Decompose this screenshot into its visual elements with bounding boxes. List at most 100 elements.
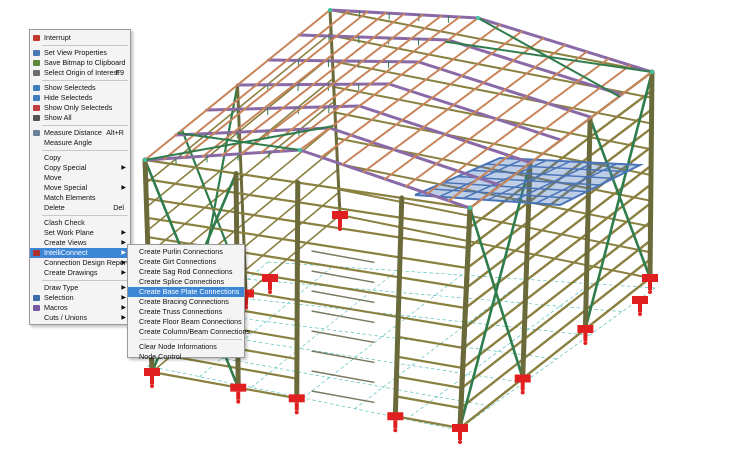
front-girt [144,178,471,230]
submenu-arrow-icon: ▶ [121,295,126,301]
menu-item-move[interactable]: Move [30,173,130,183]
menu-item-show-only-selecteds[interactable]: Show Only Selecteds [30,103,130,113]
roof-bracing [444,40,653,73]
side-girt [461,220,652,370]
anchor-bolt [458,432,462,440]
view-properties-icon [33,50,40,56]
menu-shortcut: Del [113,203,124,212]
menu-item-macros[interactable]: Macros ▶ [30,303,130,313]
submenu-arrow-icon: ▶ [121,260,126,266]
menu-item-label: Move [44,173,62,182]
menu-item-select-origin-of-interest[interactable]: Select Origin of Interest F9 [30,68,130,78]
menu-item-clear-node-informations[interactable]: Clear Node Informations [128,342,244,352]
menu-item-create-purlin-connections[interactable]: Create Purlin Connections [128,247,244,257]
menu-item-label: Clash Check [44,218,85,227]
selection-icon [33,295,40,301]
menu-item-create-base-plate-connections[interactable]: Create Base Plate Connections [128,287,244,297]
menu-item-selection[interactable]: Selection ▶ [30,293,130,303]
menu-item-node-control[interactable]: Node Control [128,352,244,362]
menu-item-measure-angle[interactable]: Measure Angle [30,138,130,148]
menu-item-label: Show All [44,113,72,122]
menu-item-show-selecteds[interactable]: Show Selecteds [30,83,130,93]
show-selected-icon [33,85,40,91]
menu-item-label: Set View Properties [44,48,107,57]
macros-icon [33,305,40,311]
menu-item-label: IntelliConnect [44,248,88,257]
menu-separator [42,80,128,81]
show-all-icon [33,115,40,121]
menu-item-label: Create Column/Beam Connections [139,327,251,336]
menu-item-copy[interactable]: Copy [30,153,130,163]
menu-item-label: Show Only Selecteds [44,103,113,112]
menu-item-create-splice-connections[interactable]: Create Splice Connections [128,277,244,287]
menu-item-connection-design-reports[interactable]: Connection Design Reports ▶ [30,258,132,268]
menu-item-measure-distance[interactable]: Measure Distance Alt+R [30,128,130,138]
measure-distance-icon [33,130,40,136]
menu-item-set-work-plane[interactable]: Set Work Plane ▶ [30,228,130,238]
anchor-bolt [520,382,525,391]
origin-icon [33,70,40,76]
anchor-bolt [393,420,398,429]
base-plate-node [262,274,278,282]
ladder-rung [311,390,375,404]
frame-node [328,8,332,12]
side-girt [458,276,652,430]
menu-item-label: Connection Design Reports [44,258,132,267]
menu-item-create-floor-beam-connections[interactable]: Create Floor Beam Connections [128,317,244,327]
base-plate-node [332,211,348,219]
menu-item-create-views[interactable]: Create Views ▶ [30,238,130,248]
frame-node [650,70,654,74]
menu-separator [42,150,128,151]
menu-item-create-truss-connections[interactable]: Create Truss Connections [128,307,244,317]
menu-item-interrupt[interactable]: Interrupt [30,33,130,43]
menu-item-label: Draw Type [44,283,79,292]
menu-item-move-special[interactable]: Move Special ▶ [30,183,130,193]
node-marker [393,428,398,433]
context-menu: Interrupt Set View Properties Save Bitmap … [29,29,132,325]
side-bracing [584,70,654,331]
menu-separator [140,339,242,340]
menu-item-label: Measure Distance [44,128,102,137]
base-plate-node [144,368,160,376]
menu-item-create-girt-connections[interactable]: Create Girt Connections [128,257,244,267]
menu-item-label: Create Splice Connections [139,277,225,286]
base-plate-node [452,424,468,432]
node-marker [150,384,154,388]
submenu-arrow-icon: ▶ [121,285,126,291]
menu-item-match-elements[interactable]: Match Elements [30,193,130,203]
front-girt [395,375,463,390]
base-plate-node [514,374,531,383]
menu-item-label: Move Special [44,183,88,192]
front-column [392,195,405,419]
menu-item-set-view-properties[interactable]: Set View Properties [30,48,130,58]
menu-item-cuts-unions[interactable]: Cuts / Unions ▶ [30,313,130,323]
frame-node [143,158,147,162]
menu-item-label: Save Bitmap to Clipboard [44,58,126,67]
menu-item-label: Create Purlin Connections [139,247,223,256]
node-marker [268,290,272,294]
menu-item-label: Measure Angle [44,138,92,147]
node-marker [648,290,652,294]
menu-item-create-bracing-connections[interactable]: Create Bracing Connections [128,297,244,307]
ladder-rung [311,370,375,384]
menu-item-label: Create Drawings [44,268,98,277]
menu-item-copy-special[interactable]: Copy Special ▶ [30,163,130,173]
frame-node [468,206,472,210]
submenu-arrow-icon: ▶ [121,250,126,256]
menu-item-label: Create Girt Connections [139,257,217,266]
menu-item-label: Set Work Plane [44,228,94,237]
menu-item-create-column-beam-connections[interactable]: Create Column/Beam Connections [128,327,250,337]
menu-item-create-drawings[interactable]: Create Drawings ▶ [30,268,130,278]
menu-item-label: Create Bracing Connections [139,297,229,306]
menu-item-hide-selecteds[interactable]: Hide Selecteds [30,93,130,103]
menu-item-create-sag-rod-connections[interactable]: Create Sag Rod Connections [128,267,244,277]
menu-item-intelliconnect[interactable]: IntelliConnect ▶ [30,248,130,258]
menu-item-delete[interactable]: Delete Del [30,203,130,213]
menu-item-clash-check[interactable]: Clash Check [30,218,130,228]
anchor-bolt [583,333,588,341]
menu-item-label: Create Truss Connections [139,307,223,316]
submenu-arrow-icon: ▶ [121,230,126,236]
menu-item-draw-type[interactable]: Draw Type ▶ [30,283,130,293]
menu-item-save-bitmap-to-clipboard[interactable]: Save Bitmap to Clipboard [30,58,130,68]
menu-item-show-all[interactable]: Show All [30,113,130,123]
